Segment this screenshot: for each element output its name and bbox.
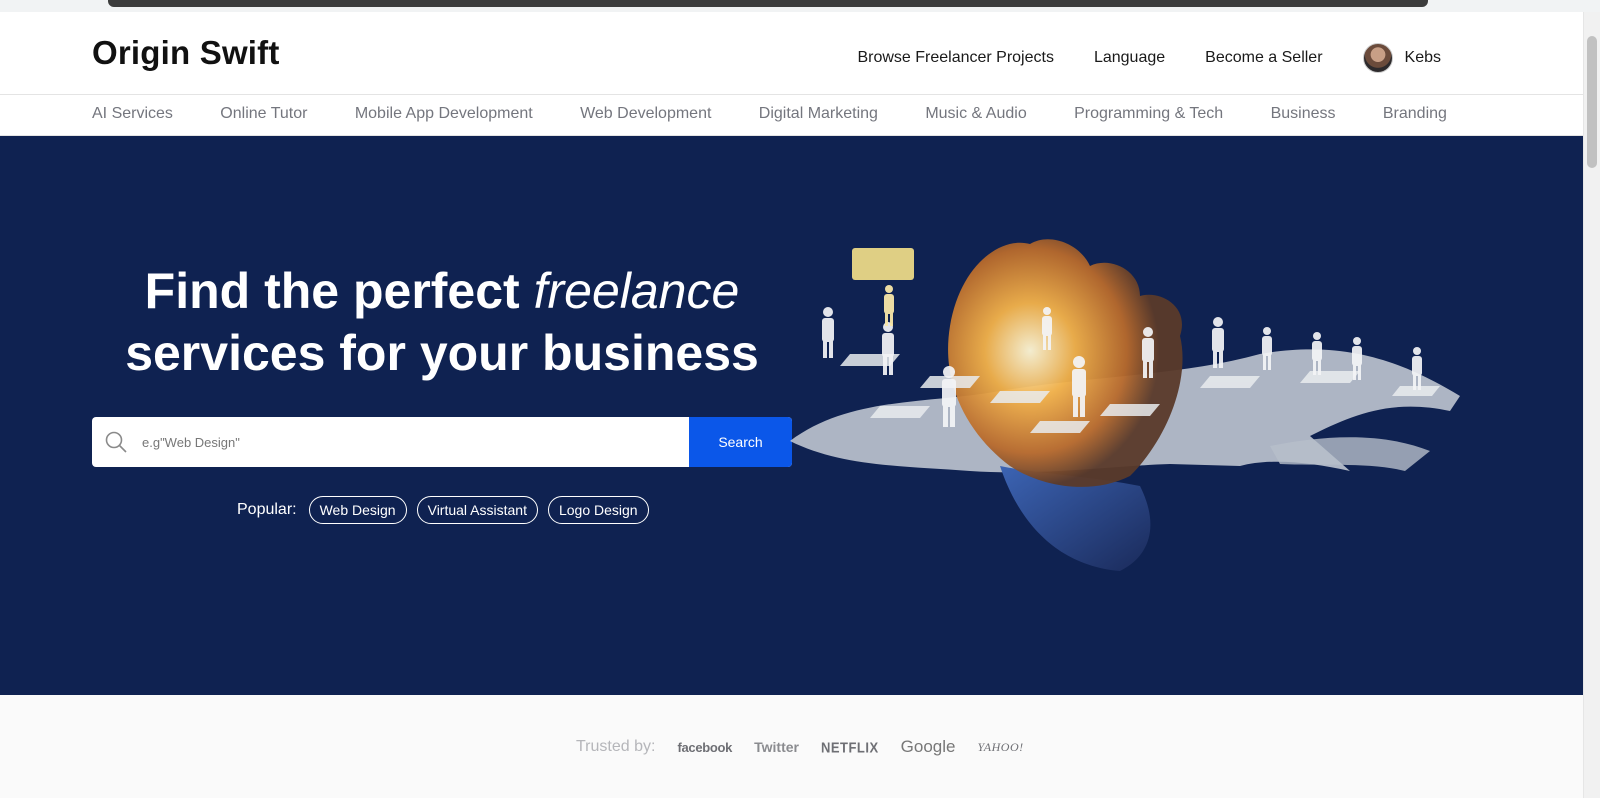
category-business[interactable]: Business [1271,105,1336,123]
browser-tab-bar [108,0,1428,7]
user-menu[interactable]: Kebs [1362,43,1441,73]
popular-tags: Popular: Web Design Virtual Assistant Lo… [237,496,649,524]
scrollbar-thumb[interactable] [1587,36,1597,168]
trusted-label: Trusted by: [576,738,656,755]
hero-search: Search [92,417,792,467]
popular-tag-virtual-assistant[interactable]: Virtual Assistant [416,496,538,524]
site-logo[interactable]: Origin Swift [92,34,280,72]
browser-top-strip [0,0,1600,12]
user-name[interactable]: Kebs [1405,49,1441,67]
nav-become-seller[interactable]: Become a Seller [1205,49,1322,67]
facebook-logo: facebook [677,739,733,755]
hero-section: Find the perfect freelance services for … [0,136,1583,695]
twitter-logo: Twitter [754,739,799,755]
category-online-tutor[interactable]: Online Tutor [220,105,307,123]
popular-tag-web-design[interactable]: Web Design [308,496,407,524]
hero-title: Find the perfect freelance services for … [92,260,792,384]
category-branding[interactable]: Branding [1383,105,1447,123]
avatar[interactable] [1362,43,1393,73]
trusted-by-section: Trusted by: facebook Twitter NETFLIX Goo… [0,695,1583,798]
category-digital-marketing[interactable]: Digital Marketing [759,105,878,123]
nav-browse-projects[interactable]: Browse Freelancer Projects [857,49,1054,67]
category-web-development[interactable]: Web Development [580,105,711,123]
hero-title-line2: services for your business [125,325,759,381]
site-header: Origin Swift Browse Freelancer Projects … [0,12,1583,94]
hero-title-emphasis: freelance [533,263,740,319]
search-icon [92,417,140,467]
category-ai-services[interactable]: AI Services [92,105,173,123]
top-nav: Browse Freelancer Projects Language Beco… [857,43,1441,73]
category-bar: AI Services Online Tutor Mobile App Deve… [0,94,1583,136]
trusted-row: Trusted by: facebook Twitter NETFLIX Goo… [576,737,1024,757]
category-programming-tech[interactable]: Programming & Tech [1074,105,1223,123]
hero-illustration [790,239,1460,571]
netflix-logo: NETFLIX [820,738,879,756]
popular-tag-logo-design[interactable]: Logo Design [547,496,649,524]
category-mobile-app-development[interactable]: Mobile App Development [355,105,533,123]
category-music-audio[interactable]: Music & Audio [925,105,1026,123]
google-logo: Google [900,737,956,756]
search-button[interactable]: Search [689,417,792,467]
page-scrollbar[interactable] [1583,12,1600,798]
search-input[interactable] [140,417,689,467]
popular-label: Popular: [237,501,297,518]
nav-language[interactable]: Language [1094,49,1165,67]
hero-title-prefix: Find the perfect [144,263,520,319]
yahoo-logo: YAHOO! [977,739,1024,754]
